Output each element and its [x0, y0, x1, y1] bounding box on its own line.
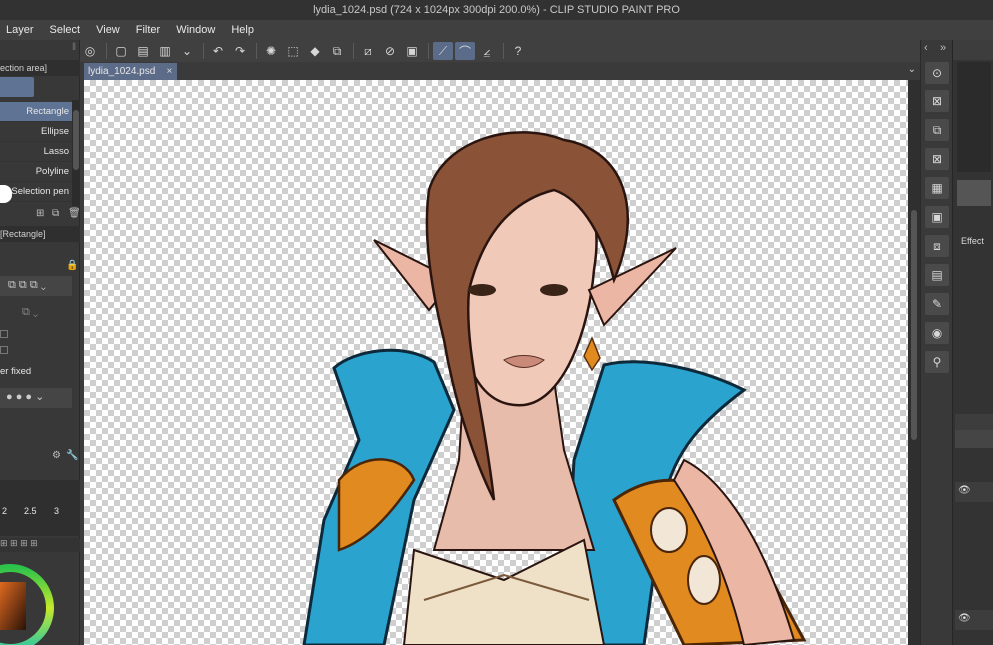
command-bar: ◎ ▢ ▤ ▥ ⌄ ↶ ↷ ✺ ⬚ ◆ ⧉ ⧄ ⊘ ▣ ⟋ ⌒ ⦤ ? — [80, 40, 920, 62]
grip-icon[interactable]: ‖ — [72, 42, 76, 53]
undo-icon[interactable]: ↶ — [208, 42, 228, 60]
checkbox-1[interactable] — [0, 330, 8, 338]
layer-row-1[interactable]: 👁 — [955, 482, 993, 502]
subtool-ellipse[interactable]: Ellipse — [0, 122, 72, 142]
selection-mode-row[interactable]: ⧉ ⧉ ⧉ ⌄ — [0, 276, 72, 296]
subtool-scrollbar[interactable] — [72, 100, 80, 206]
layer-copy-icon[interactable]: ⧉ — [925, 119, 949, 141]
document-tab-label: lydia_1024.psd — [88, 66, 156, 77]
stabilize-icon[interactable]: ⟋ — [433, 42, 453, 60]
tool-property-tab[interactable]: [Rectangle] — [0, 226, 80, 242]
brush-preview-strip — [957, 180, 991, 206]
curve-icon[interactable]: ⌒ — [455, 42, 475, 60]
layer-icon[interactable]: ▣ — [925, 206, 949, 228]
tool-tab[interactable]: ection area] — [0, 60, 80, 76]
trash-icon[interactable]: 🗑 — [68, 208, 81, 219]
ruler-pen-icon[interactable]: ⦤ — [477, 42, 497, 60]
help-icon[interactable]: ? — [508, 42, 528, 60]
snap-grid-icon[interactable]: ⊘ — [380, 42, 400, 60]
divider — [428, 43, 429, 59]
subtool-group-button[interactable] — [0, 77, 34, 97]
save-icon[interactable]: ▥ — [155, 42, 175, 60]
eye-icon[interactable]: 👁 — [958, 613, 971, 624]
divider — [256, 43, 257, 59]
folder-icon[interactable]: ▤ — [925, 264, 949, 286]
merge-icon[interactable]: ⧈ — [925, 235, 949, 257]
menu-view[interactable]: View — [96, 24, 120, 36]
divider — [503, 43, 504, 59]
subtool-lasso[interactable]: Lasso — [0, 142, 72, 162]
menu-layer[interactable]: Layer — [6, 24, 34, 36]
brush-size-palette[interactable]: 2 2.5 3 — [0, 480, 80, 536]
menu-bar: Layer Select View Filter Window Help — [0, 20, 993, 40]
color-tab-icons[interactable]: ⊞ ⊞ ⊞ ⊞ — [0, 538, 80, 552]
panel-header — [953, 40, 993, 60]
window-title-bar: lydia_1024.psd (724 x 1024px 300dpi 200.… — [0, 0, 993, 20]
size-2-5[interactable]: 2.5 — [24, 506, 37, 516]
fixed-label: er fixed — [0, 366, 32, 377]
menu-filter[interactable]: Filter — [136, 24, 160, 36]
canvas-scrollbar[interactable] — [908, 80, 920, 645]
size-3[interactable]: 3 — [54, 506, 59, 516]
deselect-icon[interactable]: ✺ — [261, 42, 281, 60]
add-subtool-icon[interactable]: ⊞ — [36, 208, 44, 219]
clear-layer-icon[interactable]: ⊠ — [925, 90, 949, 112]
navigator-preview — [957, 62, 991, 172]
redo-icon[interactable]: ↷ — [230, 42, 250, 60]
mode-icons[interactable]: ⧉ ⌄ — [22, 306, 38, 319]
lock-icon[interactable]: 🔒 — [66, 260, 78, 271]
copy-subtool-icon[interactable]: ⧉ — [52, 208, 59, 219]
snap-ruler-icon[interactable]: ⧄ — [358, 42, 378, 60]
nav-right-icon[interactable]: » — [940, 42, 946, 54]
chevron-down-icon[interactable]: ⌄ — [908, 64, 916, 75]
effect-label[interactable]: Effect — [961, 236, 984, 246]
clip-studio-icon[interactable]: ◎ — [80, 42, 100, 60]
drawing-canvas[interactable] — [84, 80, 908, 645]
layer-row-2[interactable]: 👁 — [955, 610, 993, 630]
snap-guide-icon[interactable]: ▣ — [402, 42, 422, 60]
subtool-polyline[interactable]: Polyline — [0, 162, 72, 182]
menu-help[interactable]: Help — [231, 24, 254, 36]
color-wheel[interactable] — [0, 552, 60, 645]
subtool-rectangle[interactable]: Rectangle — [0, 102, 72, 122]
clear-selection-icon[interactable]: ⊠ — [925, 148, 949, 170]
camera-icon[interactable]: ◉ — [925, 322, 949, 344]
figure-icon[interactable]: ⚲ — [925, 351, 949, 373]
right-command-strip: ‹ » ⊙ ⊠ ⧉ ⊠ ▦ ▣ ⧈ ▤ ✎ ◉ ⚲ — [920, 40, 952, 645]
chevron-down-icon[interactable]: ⌄ — [177, 42, 197, 60]
right-panel: Effect 👁 👁 — [952, 40, 993, 645]
edit-icon[interactable]: ✎ — [925, 293, 949, 315]
blend-mode-select[interactable] — [955, 430, 993, 448]
checkbox-2[interactable] — [0, 346, 8, 354]
divider — [353, 43, 354, 59]
close-icon[interactable]: × — [166, 63, 172, 80]
settings-icon[interactable]: ⚙ — [52, 450, 61, 461]
character-illustration — [302, 131, 807, 645]
fill-icon[interactable]: ◆ — [305, 42, 325, 60]
search-icon[interactable]: ⊙ — [925, 62, 949, 84]
new-file-icon[interactable]: ▢ — [111, 42, 131, 60]
open-folder-icon[interactable]: ▤ — [133, 42, 153, 60]
menu-window[interactable]: Window — [176, 24, 215, 36]
divider — [106, 43, 107, 59]
transform-icon[interactable]: ⧉ — [327, 42, 347, 60]
antialias-row[interactable]: ● ● ● ⌄ — [0, 388, 72, 408]
eye-icon[interactable]: 👁 — [958, 485, 971, 496]
grid-icon[interactable]: ▦ — [925, 177, 949, 199]
document-tab-bar: lydia_1024.psd × ⌄ — [80, 62, 920, 80]
size-2[interactable]: 2 — [2, 506, 7, 516]
wrench-icon[interactable]: 🔧 — [66, 450, 78, 461]
nav-left-icon[interactable]: ‹ — [924, 42, 928, 54]
window-title: lydia_1024.psd (724 x 1024px 300dpi 200.… — [313, 4, 680, 16]
divider — [203, 43, 204, 59]
left-tool-panel: ‖ ection area] Rectangle Ellipse Lasso P… — [0, 40, 81, 645]
select-all-icon[interactable]: ⬚ — [283, 42, 303, 60]
document-tab[interactable]: lydia_1024.psd × — [84, 63, 178, 80]
layer-panel-header — [955, 414, 993, 430]
menu-select[interactable]: Select — [50, 24, 81, 36]
